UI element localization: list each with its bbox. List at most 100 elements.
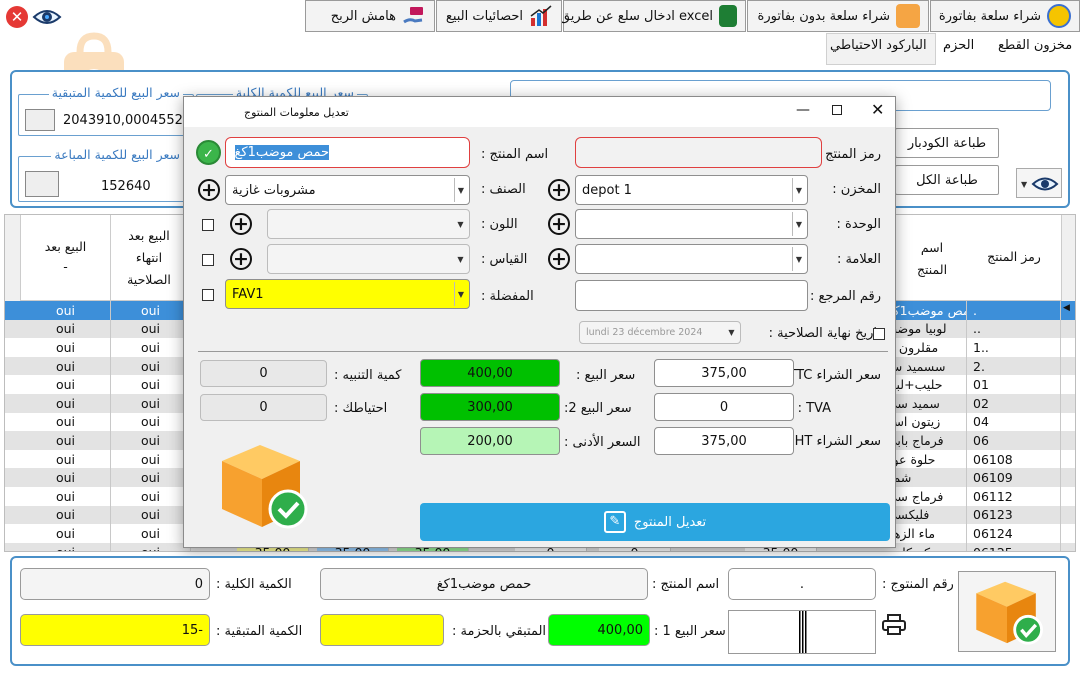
size-select[interactable]: ▼ — [267, 244, 470, 274]
ref-input[interactable] — [575, 280, 808, 311]
min-price-label: السعر الأدنى : — [564, 435, 641, 450]
min-price-input[interactable]: 200,00 — [420, 427, 560, 455]
expiry-date-picker[interactable]: lundi 23 décembre 2024 ▼ — [579, 321, 741, 344]
bottom-remaining-pack-value — [320, 614, 444, 646]
buy-invoice-button[interactable]: شراء سلعة بفاتورة — [930, 0, 1080, 32]
cell-sell-expired: oui — [111, 487, 191, 506]
product-box-icon — [214, 435, 314, 535]
bottom-remaining-qty-label: الكمية المتبقية : — [216, 624, 303, 639]
minimize-icon[interactable]: — — [796, 102, 810, 118]
svg-text:▼: ▼ — [1021, 180, 1028, 189]
bottom-sale1-label: سعر البيع 1 : — [654, 624, 726, 639]
cell-code: 06 — [967, 431, 1061, 450]
add-brand-icon[interactable]: + — [548, 248, 570, 270]
maximize-icon[interactable] — [832, 105, 842, 115]
dialog-title: تعديل معلومات المنتوج — [244, 106, 349, 119]
receipt-icon — [25, 109, 55, 131]
alert-qty-input[interactable]: 0 — [200, 360, 327, 387]
print-all-button[interactable]: طباعة الكل — [895, 165, 999, 195]
category-select[interactable]: مشروبات غازية ▼ — [225, 175, 470, 205]
header-name-l1: اسم — [920, 240, 944, 255]
dialog-titlebar: تعديل معلومات المنتوج — ✕ — [184, 97, 895, 127]
edit-icon: ✎ — [603, 511, 626, 533]
reserve-label: احتياطك : — [334, 401, 388, 416]
ref-label: رقم المرجع : — [809, 289, 881, 304]
chevron-down-icon: ▼ — [792, 178, 805, 202]
cell-code: 06123 — [967, 505, 1061, 525]
sold-sale-value: 152640 — [101, 179, 151, 194]
name-label: اسم المنتج : — [481, 147, 549, 162]
eye-icon[interactable] — [32, 4, 62, 30]
cell-sell-expired: oui — [111, 338, 191, 357]
product-image — [958, 571, 1056, 652]
view-toggle-button[interactable]: ▼ — [1016, 168, 1062, 198]
box-icon — [896, 4, 920, 28]
edit-product-button[interactable]: ✎ تعديل المنتوج — [420, 503, 890, 541]
edit-product-label: تعديل المنتوج — [633, 514, 707, 530]
import-excel-button[interactable]: ادخال سلع عن طريق excel — [560, 0, 746, 32]
expiry-value: lundi 23 décembre 2024 — [586, 327, 703, 338]
cell-code: 06109 — [967, 468, 1061, 487]
cell-after-expiry: oui — [21, 319, 111, 339]
unit-select[interactable]: ▼ — [575, 209, 808, 239]
color-select[interactable]: ▼ — [267, 209, 470, 239]
printer-icon[interactable] — [882, 614, 906, 636]
add-unit-icon[interactable]: + — [548, 213, 570, 235]
sales-stats-button[interactable]: احصائيات البيع — [436, 0, 562, 32]
brand-label: العلامة : — [836, 252, 881, 267]
cell-sell-expired: oui — [111, 319, 191, 339]
close-icon[interactable]: ✕ — [871, 100, 884, 119]
buy-ttc-input[interactable]: 375,00 — [654, 359, 794, 387]
favorite-checkbox[interactable] — [202, 289, 214, 301]
warehouse-select[interactable]: depot 1 ▼ — [575, 175, 808, 205]
cell-sell-expired: oui — [111, 412, 191, 432]
tab-backup-barcode[interactable]: الباركود الاحتياطي — [830, 38, 927, 53]
cell-code: 01 — [967, 375, 1061, 394]
receipt-icon — [25, 171, 59, 197]
remaining-sale-value: 2043910,00045523 — [63, 113, 192, 128]
bottom-remaining-pack-label: المتبقي بالحزمة : — [452, 624, 547, 639]
brand-select[interactable]: ▼ — [575, 244, 808, 274]
bottom-remaining-qty-value: 15- — [20, 614, 210, 646]
size-checkbox[interactable] — [202, 254, 214, 266]
favorite-select[interactable]: FAV1 ▼ — [225, 279, 470, 309]
chevron-down-icon: ▼ — [454, 178, 467, 202]
code-input[interactable] — [575, 137, 822, 168]
profit-margin-button[interactable]: هامش الربح — [305, 0, 435, 32]
chevron-down-icon: ▼ — [457, 219, 464, 229]
reserve-input[interactable]: 0 — [200, 394, 327, 421]
sale2-input[interactable]: 300,00 — [420, 393, 560, 421]
buy-ht-input[interactable]: 375,00 — [654, 427, 794, 455]
tva-input[interactable]: 0 — [654, 393, 794, 421]
add-category-icon[interactable]: + — [198, 179, 220, 201]
cell-after-expiry: oui — [21, 301, 111, 320]
tab-stock[interactable]: مخزون القطع — [998, 38, 1072, 53]
cell-after-expiry: oui — [21, 431, 111, 450]
cell-code: 2. — [967, 356, 1061, 376]
cell-sell-expired: oui — [111, 468, 191, 487]
add-color-icon[interactable]: + — [230, 213, 252, 235]
edit-product-dialog: تعديل معلومات المنتوج — ✕ رمز المنتج : ا… — [183, 96, 896, 548]
chevron-down-icon: ▼ — [792, 212, 805, 236]
sale-input[interactable]: 400,00 — [420, 359, 560, 387]
cell-after-expiry: oui — [21, 468, 111, 487]
buy-no-invoice-button[interactable]: شراء سلعة بدون بفاتورة — [747, 0, 929, 32]
close-icon[interactable]: ✕ — [6, 6, 28, 28]
chevron-down-icon: ▼ — [792, 247, 805, 271]
name-input[interactable]: حمص موضب1كغ — [225, 137, 470, 168]
header-exp-l1: البيع بعد — [128, 228, 170, 243]
add-size-icon[interactable]: + — [230, 248, 252, 270]
header-code: رمز المنتج — [987, 249, 1041, 264]
bottom-code-value: . — [728, 568, 876, 600]
print-barcode-button[interactable]: طباعة الكودبار — [895, 128, 999, 158]
add-warehouse-icon[interactable]: + — [548, 179, 570, 201]
invoice-icon — [1047, 4, 1071, 28]
size-label: القياس : — [481, 252, 528, 267]
tva-label: TVA : — [797, 401, 831, 416]
sold-sale-group: سعر البيع للكمية المباعة 152640 — [18, 147, 194, 202]
sale2-label: سعر البيع 2: — [564, 401, 632, 416]
color-checkbox[interactable] — [202, 219, 214, 231]
cell-code: 06125 — [967, 542, 1061, 551]
tab-packs[interactable]: الحزم — [943, 38, 974, 53]
expiry-checkbox[interactable] — [873, 328, 885, 340]
